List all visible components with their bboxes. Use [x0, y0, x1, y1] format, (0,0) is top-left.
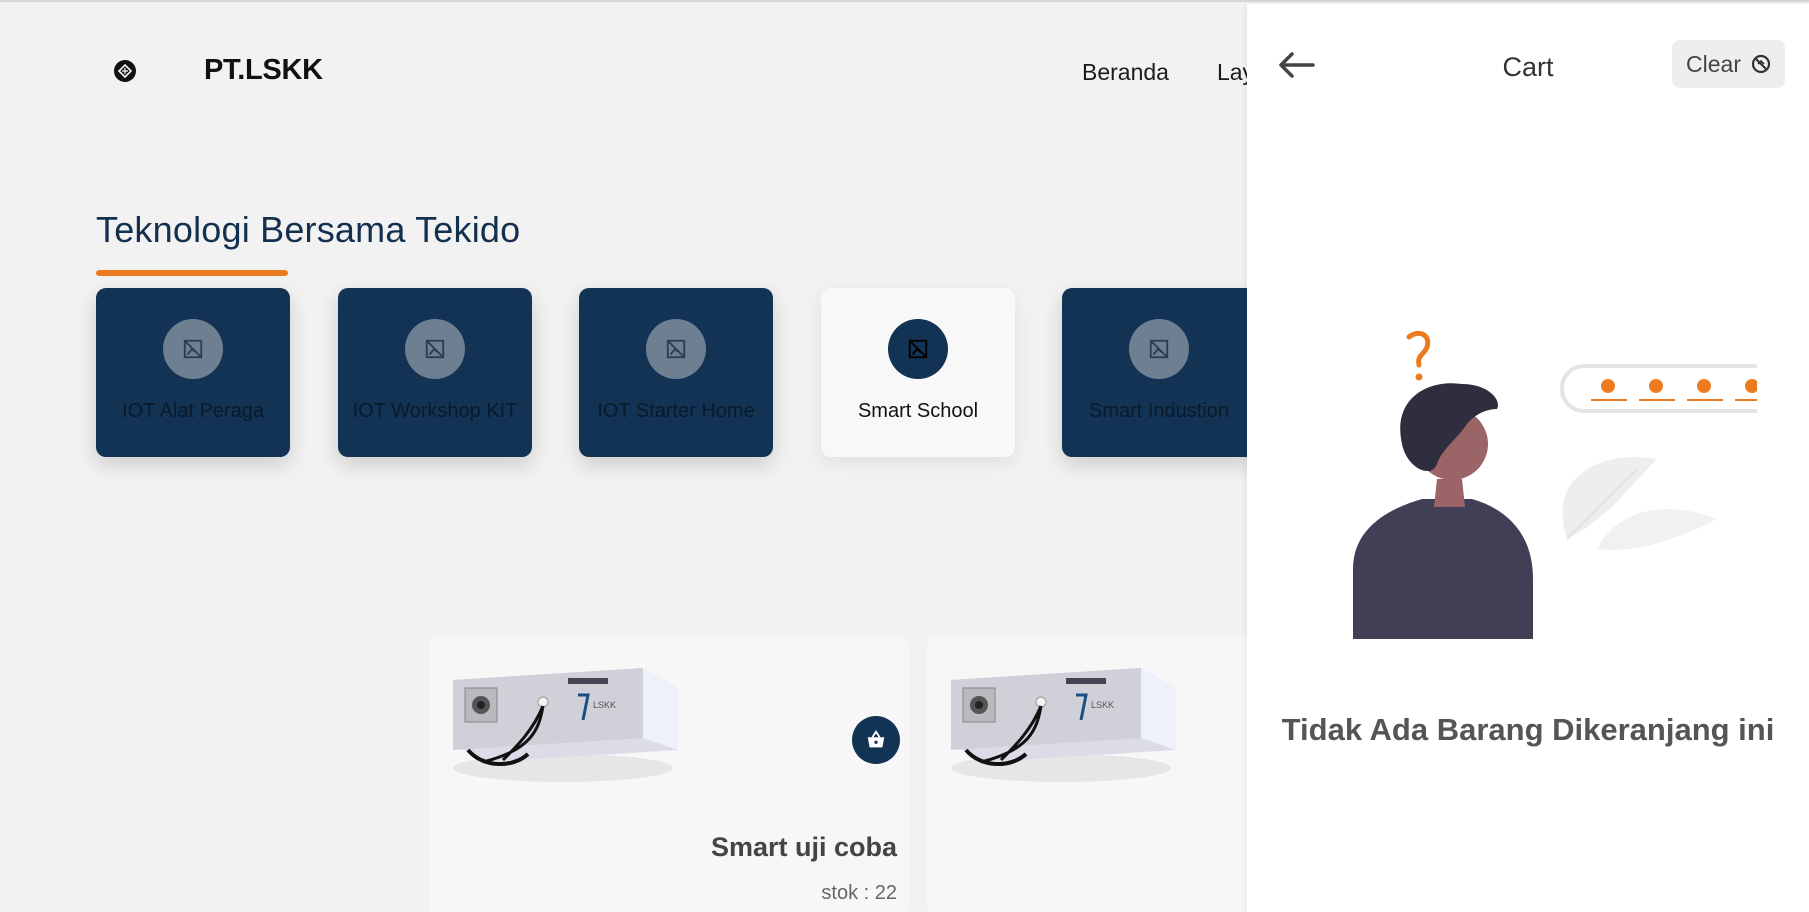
confused-person-illustration	[1353, 330, 1757, 639]
category-card-iot-starter-home[interactable]: IOT Starter Home	[579, 288, 773, 457]
svg-text:LSKK: LSKK	[1091, 700, 1114, 710]
product-card[interactable]: LSKK Smart uji coba stok : 22	[429, 636, 909, 912]
category-card-smart-school[interactable]: Smart School	[821, 288, 1015, 457]
broken-image-icon	[163, 319, 223, 379]
broken-image-icon	[405, 319, 465, 379]
device-product-image: LSKK	[453, 668, 678, 782]
category-card-iot-alat-peraga[interactable]: IOT Alat Peraga	[96, 288, 290, 457]
logo-icon[interactable]	[114, 60, 136, 82]
device-product-image: LSKK	[951, 668, 1176, 782]
broken-image-icon	[1129, 319, 1189, 379]
clear-cart-button[interactable]: Clear	[1672, 40, 1785, 88]
broken-image-icon	[646, 319, 706, 379]
category-label: IOT Alat Peraga	[122, 400, 264, 422]
brand-name[interactable]: PT.LSKK	[204, 54, 323, 87]
clear-label: Clear	[1686, 50, 1741, 77]
category-card-smart-industion[interactable]: Smart Industion	[1062, 288, 1256, 457]
basket-icon	[867, 730, 885, 748]
section-title: Teknologi Bersama Tekido	[96, 209, 521, 250]
category-card-iot-workshop-kit[interactable]: IOT Workshop KIT	[338, 288, 532, 457]
category-label: IOT Starter Home	[597, 400, 755, 422]
nav-item-beranda[interactable]: Beranda	[1082, 59, 1169, 86]
category-label: IOT Workshop KIT	[352, 400, 518, 422]
add-to-cart-button[interactable]	[852, 716, 900, 764]
empty-cart-message: Tidak Ada Barang Dikeranjang ini	[1281, 712, 1775, 747]
svg-text:LSKK: LSKK	[593, 700, 616, 710]
clear-circle-icon	[1751, 54, 1771, 74]
cart-drawer: Cart Clear Tidak Ada Barang Dikeranjang …	[1247, 4, 1809, 912]
broken-image-icon	[888, 319, 948, 379]
product-stock: stok : 22	[821, 882, 897, 904]
category-label: Smart School	[857, 400, 979, 422]
product-name[interactable]: Smart uji coba	[711, 832, 897, 863]
title-underline	[96, 270, 288, 276]
category-label: Smart Industion	[1088, 400, 1230, 422]
